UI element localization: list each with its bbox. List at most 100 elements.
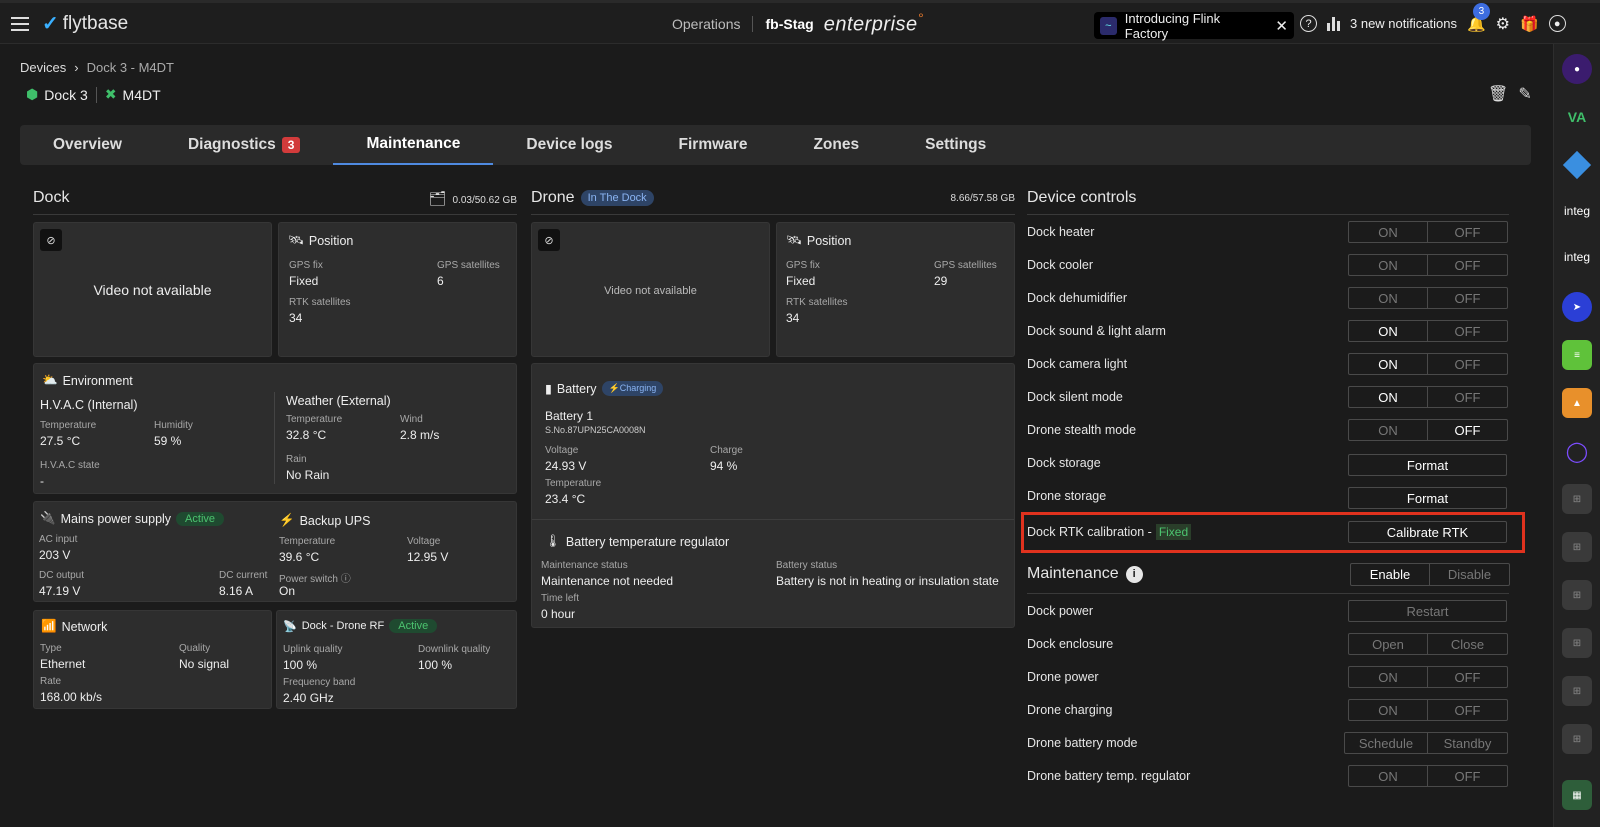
gear-icon[interactable]: ⚙ <box>1496 14 1510 34</box>
add-app-icon[interactable]: ⊞ <box>1562 532 1592 562</box>
dock-cooler-toggle[interactable]: ON OFF <box>1348 254 1508 276</box>
diamond-app-icon[interactable] <box>1562 150 1592 180</box>
drone-battery-mode-toggle[interactable]: Schedule Standby <box>1344 732 1508 754</box>
bell-icon[interactable]: 🔔 3 <box>1467 2 1490 33</box>
video-unavailable-text: Video not available <box>604 285 697 297</box>
logo-text: flytbase <box>62 12 129 34</box>
org-switcher: Operations fb-Stag enterprise° <box>672 3 924 44</box>
topbar-actions: ? 3 new notifications 🔔 3 ⚙ 🎁 ● <box>1300 2 1566 44</box>
avatar[interactable]: ● <box>1562 54 1592 84</box>
breadcrumb: Devices › Dock 3 - M4DT <box>20 60 174 75</box>
drone-status-badge: In The Dock <box>580 190 654 206</box>
dock-position-card: 🛰 Position GPS fix Fixed GPS satellites 6… <box>278 222 517 357</box>
tab-maintenance[interactable]: Maintenance <box>333 125 494 165</box>
dock-section-title: Dock <box>33 189 70 206</box>
org-name[interactable]: fb-Stag <box>753 16 823 32</box>
chevron-right-icon: › <box>74 60 79 75</box>
flink-icon: ~ <box>1100 16 1117 35</box>
drone-storage: 8.66/57.58 GB <box>950 192 1016 204</box>
drone-power-toggle[interactable]: ON OFF <box>1348 666 1508 688</box>
send-app-icon[interactable]: ➤ <box>1562 292 1592 322</box>
antenna-icon: 📡 <box>283 620 297 633</box>
thermometer-icon: 🌡 <box>545 534 561 548</box>
tab-settings[interactable]: Settings <box>892 125 1019 165</box>
dock-enclosure-toggle[interactable]: Open Close <box>1348 633 1508 655</box>
tab-overview[interactable]: Overview <box>20 125 155 165</box>
va-app-icon[interactable]: VA <box>1562 102 1592 132</box>
highlight-box <box>1021 512 1525 553</box>
drone-icon: ✖ <box>104 86 117 102</box>
dock-name: Dock 3 <box>44 86 88 103</box>
breadcrumb-current: Dock 3 - M4DT <box>86 60 174 75</box>
menu-icon[interactable] <box>10 3 30 44</box>
add-app-icon[interactable]: ⊞ <box>1562 484 1592 514</box>
tab-zones[interactable]: Zones <box>780 125 892 165</box>
storage-icon: 🗂 <box>428 189 447 206</box>
dock-restart-button[interactable]: Restart <box>1348 600 1507 622</box>
status-badge: Active <box>389 619 438 633</box>
add-app-icon[interactable]: ⊞ <box>1562 724 1592 754</box>
trash-icon[interactable]: 🗑 <box>1488 84 1508 104</box>
add-app-icon[interactable]: ⊞ <box>1562 676 1592 706</box>
network-card: 📶 Network Type Ethernet Quality No signal… <box>33 610 272 709</box>
drone-header: Drone In The Dock 8.66/57.58 GB <box>531 188 1015 208</box>
map-app-icon[interactable]: ▦ <box>1562 780 1592 810</box>
maintenance-mode-toggle[interactable]: Enable Disable <box>1350 563 1510 586</box>
bar-chart-icon[interactable] <box>1327 16 1340 31</box>
tab-firmware[interactable]: Firmware <box>646 125 781 165</box>
signal-bars-icon: 📶 <box>41 619 57 633</box>
dock-camera-light-toggle[interactable]: ON OFF <box>1348 353 1508 375</box>
add-app-icon[interactable]: ⊞ <box>1562 580 1592 610</box>
gift-icon[interactable]: 🎁 <box>1520 15 1539 33</box>
tab-diagnostics[interactable]: Diagnostics 3 <box>155 125 334 165</box>
edit-icon[interactable]: ✎ <box>1518 84 1531 104</box>
drone-position-card: 🛰 Position GPS fix Fixed GPS satellites 2… <box>776 222 1015 357</box>
dock-alarm-toggle[interactable]: ON OFF <box>1348 320 1508 342</box>
notifications-text[interactable]: 3 new notifications <box>1350 16 1457 31</box>
battery-icon: ▮ <box>545 382 552 396</box>
charging-badge: ⚡Charging <box>601 381 664 396</box>
power-card: 🔌 Mains power supply Active AC input 203 V… <box>33 501 517 602</box>
add-app-icon[interactable]: ⊞ <box>1562 628 1592 658</box>
flink-banner[interactable]: ~ Introducing Flink Factory ✕ <box>1094 10 1294 41</box>
top-bar: ✓ flytbase Operations fb-Stag enterprise… <box>0 0 1600 44</box>
video-unavailable-text: Video not available <box>93 282 212 298</box>
camera-off-icon: ⊘ <box>40 229 62 251</box>
drone-storage-format-button[interactable]: Format <box>1348 487 1507 509</box>
dock-storage-format-button[interactable]: Format <box>1348 454 1507 476</box>
orange-app-icon[interactable]: ▲ <box>1562 388 1592 418</box>
dock-header: Dock 🗂 0.03/50.62 GB <box>33 188 517 208</box>
integration-app-icon[interactable]: integ <box>1562 242 1592 272</box>
dock-icon: ⬢ <box>26 86 39 102</box>
title-actions: 🗑 ✎ <box>1488 84 1532 104</box>
drone-charging-toggle[interactable]: ON OFF <box>1348 699 1508 721</box>
device-title: ⬢ Dock 3 ✖ M4DT <box>26 86 161 103</box>
drone-battery-regulator-toggle[interactable]: ON OFF <box>1348 765 1508 787</box>
tab-bar: Overview Diagnostics 3 Maintenance Device… <box>20 125 1531 165</box>
flytbase-logo-icon: ✓ <box>42 13 59 35</box>
dock-heater-toggle[interactable]: ON OFF <box>1348 221 1508 243</box>
dock-dehumidifier-toggle[interactable]: ON OFF <box>1348 287 1508 309</box>
drone-stealth-toggle[interactable]: ON OFF <box>1348 419 1508 441</box>
close-icon[interactable]: ✕ <box>1265 17 1288 35</box>
breadcrumb-devices[interactable]: Devices <box>20 60 66 75</box>
dock-silent-mode-toggle[interactable]: ON OFF <box>1348 386 1508 408</box>
plug-icon: 🔌 <box>40 511 56 525</box>
tab-device-logs[interactable]: Device logs <box>493 125 645 165</box>
dock-video-panel: ⊘ Video not available <box>33 222 272 357</box>
drone-section-title: Drone <box>531 189 575 206</box>
operations-link[interactable]: Operations <box>672 15 754 32</box>
ring-app-icon[interactable]: ◯ <box>1562 436 1592 466</box>
satellite-icon: 🛰 <box>786 233 802 247</box>
diagnostics-count-badge: 3 <box>281 137 301 153</box>
info-icon[interactable]: ⓘ <box>341 574 351 585</box>
app-rail: ● VA integ integ ➤ ≡ ▲ ◯ ⊞ ⊞ ⊞ ⊞ ⊞ ⊞ ▦ <box>1553 44 1600 827</box>
drone-name: M4DT <box>122 86 161 103</box>
layers-app-icon[interactable]: ≡ <box>1562 340 1592 370</box>
logo[interactable]: ✓ flytbase <box>42 3 128 44</box>
user-icon[interactable]: ● <box>1548 15 1566 32</box>
integration-app-icon[interactable]: integ <box>1562 196 1592 226</box>
info-icon[interactable]: i <box>1125 565 1143 583</box>
help-icon[interactable]: ? <box>1300 15 1317 32</box>
flink-text: Introducing Flink Factory <box>1124 10 1221 41</box>
